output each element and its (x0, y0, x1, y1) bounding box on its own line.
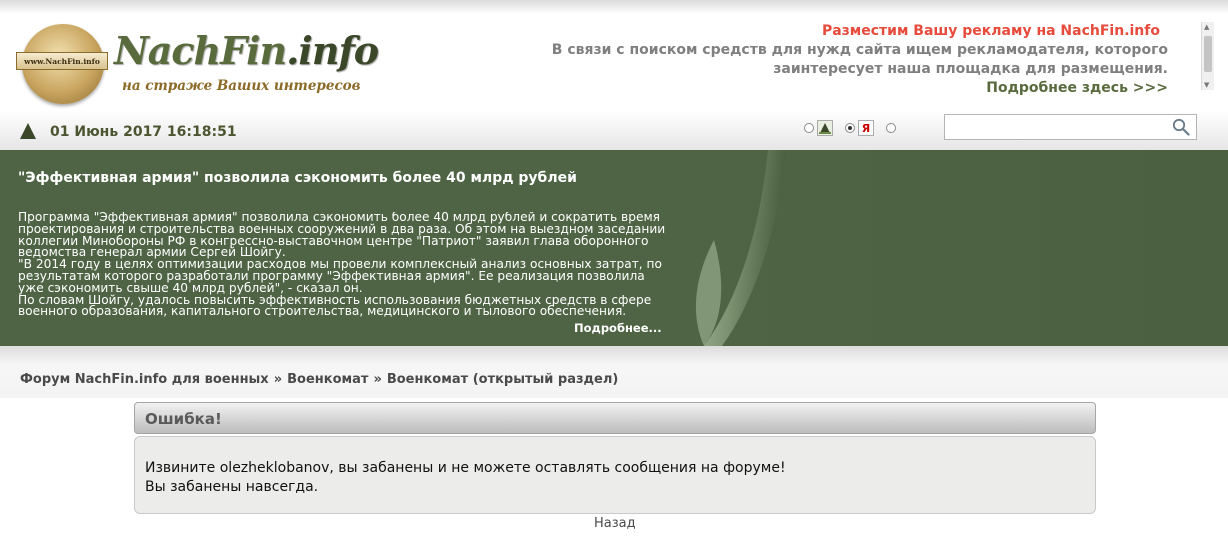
date-row: 01 Июнь 2017 16:18:51 (20, 122, 237, 142)
engine-radio-nachfin[interactable] (804, 123, 814, 133)
logo-title-main: NachFin (114, 28, 287, 73)
scroll-up-icon[interactable]: ▲ (1204, 23, 1209, 31)
engine-option-yandex[interactable]: Я (845, 120, 874, 136)
ad-more-link[interactable]: Подробнее здесь >>> (548, 79, 1168, 98)
error-message: Извините olezheklobanov, вы забанены и н… (145, 459, 786, 497)
error-line-forever: Вы забанены навсегда. (145, 479, 319, 495)
search-input[interactable] (949, 118, 1171, 138)
logo-tagline: на страже Ваших интересов (122, 78, 361, 94)
breadcrumb-separator: » (273, 372, 283, 387)
error-header: Ошибка! (134, 402, 1096, 434)
news-paragraph: По словам Шойгу, удалось повысить эффект… (18, 292, 652, 317)
engine-radio-yandex[interactable] (845, 123, 855, 133)
ad-block: Разместим Вашу рекламу на NachFin.info В… (548, 22, 1168, 98)
ad-text: В связи с поиском средств для нужд сайта… (551, 42, 1168, 77)
site-logo[interactable]: www.NachFin.info NachFin.info на страже … (16, 22, 380, 110)
ad-title[interactable]: Разместим Вашу рекламу на NachFin.info (548, 22, 1168, 41)
site-header: www.NachFin.info NachFin.info на страже … (0, 0, 1228, 150)
nachfin-logo-icon (817, 120, 833, 136)
logo-title: NachFin.info (114, 28, 379, 73)
engine-option-google[interactable] (886, 119, 917, 137)
yandex-logo-icon: Я (858, 120, 874, 136)
current-date: 01 Июнь 2017 16:18:51 (50, 124, 237, 140)
news-paragraph: "В 2014 году в целях оптимизации расходо… (18, 257, 662, 295)
news-body: Программа "Эффективная армия" позволила … (18, 212, 668, 317)
arrow-up-icon (20, 123, 36, 139)
engine-option-nachfin[interactable] (804, 120, 833, 136)
google-logo-icon (899, 119, 917, 137)
page-curl-decoration (668, 150, 1228, 346)
seal-ribbon: www.NachFin.info (16, 52, 108, 70)
breadcrumb: Форум NachFin.info для военных » Военкомат… (20, 372, 618, 387)
breadcrumb-forum[interactable]: Форум NachFin.info для военных (20, 372, 269, 387)
engine-radio-google[interactable] (886, 123, 896, 133)
logo-title-suffix: .info (286, 28, 379, 73)
search-icon[interactable] (1172, 118, 1190, 136)
news-title[interactable]: "Эффективная армия" позволила сэкономить… (18, 170, 577, 186)
news-paragraph: Программа "Эффективная армия" позволила … (18, 212, 666, 260)
scrollbar-thumb[interactable] (1204, 36, 1212, 72)
search-box (944, 114, 1197, 140)
breadcrumb-open-section[interactable]: Военкомат (открытый раздел) (387, 372, 618, 387)
error-title: Ошибка! (145, 410, 222, 428)
back-link[interactable]: Назад (594, 516, 636, 531)
search-engine-selector: Я (804, 119, 917, 137)
error-line-ban: Извините olezheklobanov, вы забанены и н… (145, 460, 786, 476)
news-banner: "Эффективная армия" позволила сэкономить… (0, 150, 1228, 346)
news-more-link[interactable]: Подробнее... (574, 321, 662, 335)
scroll-down-icon[interactable]: ▼ (1204, 81, 1209, 89)
breadcrumb-voenkomat[interactable]: Военкомат (287, 372, 368, 387)
error-message-box: Извините olezheklobanov, вы забанены и н… (134, 436, 1096, 514)
ad-scrollbar[interactable]: ▲ ▼ (1201, 22, 1214, 90)
breadcrumb-separator: » (373, 372, 382, 387)
